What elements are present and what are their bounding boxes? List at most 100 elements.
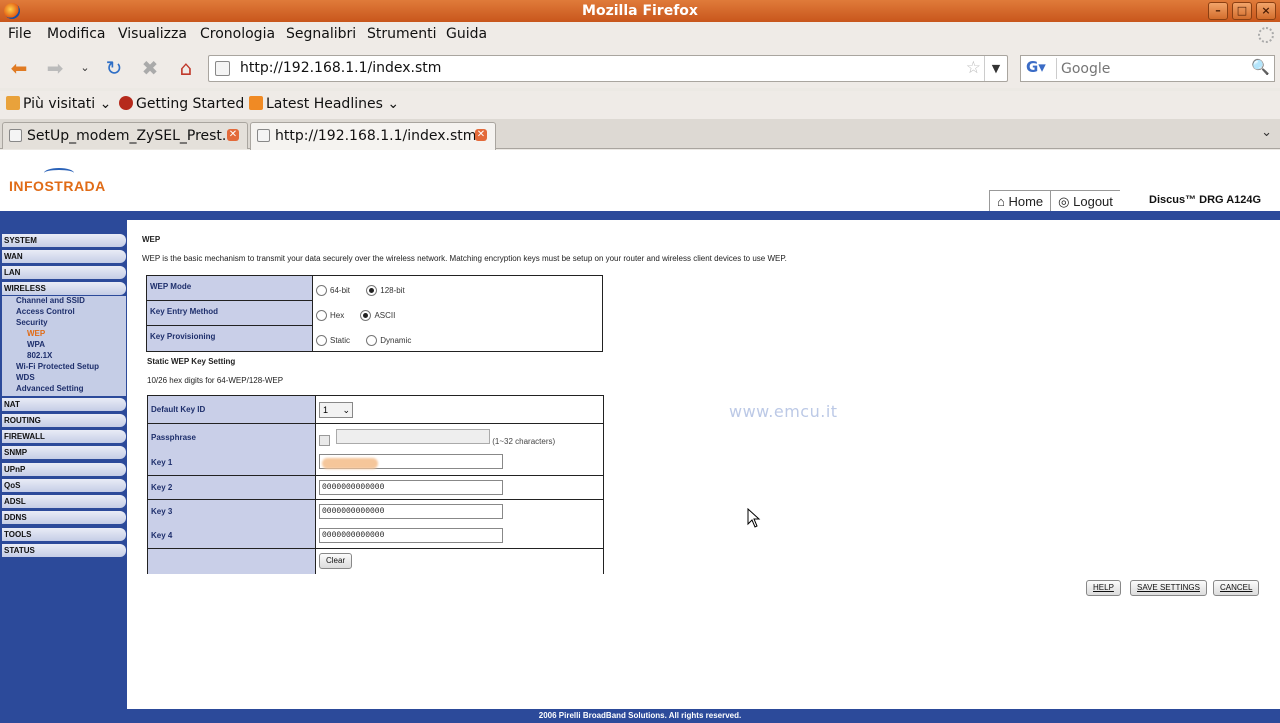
key4-input[interactable]: 0000000000000 (319, 528, 503, 544)
sidebar-item-snmp[interactable]: SNMP (2, 446, 126, 459)
logo-swoosh-icon (44, 168, 74, 178)
sidebar-item-routing[interactable]: ROUTING (2, 414, 126, 427)
wep-mode-128-radio[interactable]: 128-bit (366, 284, 405, 296)
sidebar-item-status[interactable]: STATUS (2, 544, 126, 557)
key4-cell: 0000000000000 (315, 523, 604, 549)
sidebar-sub-wep[interactable]: WEP (27, 329, 45, 338)
wep-mode-label: WEP Mode (146, 275, 313, 301)
sidebar-item-wan[interactable]: WAN (2, 250, 126, 263)
menu-strumenti[interactable]: Strumenti (367, 26, 437, 42)
close-button[interactable]: × (1256, 2, 1276, 20)
help-button[interactable]: HELP (1086, 580, 1121, 596)
back-arrow-icon[interactable]: ⬅ (6, 56, 32, 80)
top-nav: ⌂ Home ◎ Logout (989, 190, 1120, 212)
url-text: http://192.168.1.1/index.stm (240, 60, 442, 76)
tab-router[interactable]: http://192.168.1.1/index.stm ✕ (250, 122, 496, 150)
sidebar-item-adsl[interactable]: ADSL (2, 495, 126, 508)
watermark: www.emcu.it (729, 402, 838, 421)
sidebar-sub-wps[interactable]: Wi-Fi Protected Setup (16, 362, 99, 371)
search-icon[interactable]: 🔍 (1251, 58, 1270, 76)
wep-mode-64-radio[interactable]: 64-bit (316, 284, 350, 296)
window-controls: – □ × (1208, 2, 1276, 20)
bookmark-most-visited[interactable]: Più visitati ⌄ (6, 96, 111, 112)
menu-visualizza[interactable]: Visualizza (118, 26, 187, 42)
page-icon (215, 61, 230, 76)
home-link[interactable]: ⌂ Home (989, 191, 1050, 212)
page-icon (9, 129, 22, 142)
sidebar-sub-channel-ssid[interactable]: Channel and SSID (16, 296, 85, 305)
save-settings-button[interactable]: SAVE SETTINGS (1130, 580, 1207, 596)
menu-cronologia[interactable]: Cronologia (200, 26, 275, 42)
google-engine-icon[interactable]: G▾ (1023, 58, 1057, 79)
key-entry-ascii-radio[interactable]: ASCII (360, 309, 395, 321)
sidebar-item-firewall[interactable]: FIREWALL (2, 430, 126, 443)
sidebar-sub-wpa[interactable]: WPA (27, 340, 45, 349)
window-title: Mozilla Firefox (582, 3, 698, 19)
router-page: INFOSTRADA ⌂ Home ◎ Logout Discus™ DRG A… (0, 150, 1280, 723)
forward-arrow-icon[interactable]: ➡ (42, 56, 68, 80)
key2-label: Key 2 (147, 475, 316, 500)
sidebar-item-lan[interactable]: LAN (2, 266, 126, 279)
wep-keys-table: Default Key ID 1 ⌄ Passphrase (1~32 chara… (147, 395, 604, 574)
sidebar-item-wireless[interactable]: WIRELESS (2, 282, 126, 295)
tab-close-icon[interactable]: ✕ (227, 129, 239, 141)
history-dropdown-icon[interactable]: ⌄ (72, 56, 98, 80)
clear-button[interactable]: Clear (319, 553, 353, 570)
key3-input[interactable]: 0000000000000 (319, 504, 503, 520)
list-all-tabs-icon[interactable]: ⌄ (1261, 125, 1272, 140)
bookmark-getting-started[interactable]: Getting Started (119, 96, 244, 112)
sidebar-item-nat[interactable]: NAT (2, 398, 126, 411)
clear-row-label (147, 548, 316, 574)
static-wep-heading: Static WEP Key Setting (147, 357, 236, 366)
passphrase-hint: (1~32 characters) (492, 436, 556, 446)
sidebar-sub-security[interactable]: Security (16, 318, 48, 327)
bookmarks-toolbar: Più visitati ⌄ Getting Started Latest He… (0, 91, 1280, 119)
passphrase-label: Passphrase (147, 423, 316, 451)
key2-input[interactable]: 0000000000000 (319, 480, 503, 495)
key-prov-dynamic-radio[interactable]: Dynamic (366, 334, 411, 346)
key3-label: Key 3 (147, 499, 316, 524)
default-key-cell: 1 ⌄ (315, 395, 604, 424)
sidebar-item-upnp[interactable]: UPnP (2, 463, 126, 476)
url-dropdown-icon[interactable]: ▼ (984, 56, 1007, 81)
bookmark-star-icon[interactable]: ☆ (966, 58, 981, 78)
key4-label: Key 4 (147, 523, 316, 549)
window-titlebar: Mozilla Firefox – □ × (0, 0, 1280, 22)
menu-segnalibri[interactable]: Segnalibri (286, 26, 356, 42)
minimize-button[interactable]: – (1208, 2, 1228, 20)
model-name: Discus™ DRG A124G (1149, 194, 1262, 206)
key-provisioning-label: Key Provisioning (146, 325, 313, 352)
sidebar-sub-8021x[interactable]: 802.1X (27, 351, 52, 360)
key-entry-label: Key Entry Method (146, 300, 313, 326)
reload-icon[interactable]: ↻ (101, 56, 127, 80)
sidebar-item-tools[interactable]: TOOLS (2, 528, 126, 541)
sidebar-item-qos[interactable]: QoS (2, 479, 126, 492)
tab-setup-modem[interactable]: SetUp_modem_ZySEL_Prest... ✕ (2, 122, 248, 149)
sidebar-item-system[interactable]: SYSTEM (2, 234, 126, 247)
sidebar-item-ddns[interactable]: DDNS (2, 511, 126, 524)
logout-link[interactable]: ◎ Logout (1050, 191, 1120, 212)
passphrase-cell: (1~32 characters) (315, 423, 604, 451)
sidebar-sub-wds[interactable]: WDS (16, 373, 35, 382)
maximize-button[interactable]: □ (1232, 2, 1252, 20)
key-entry-hex-radio[interactable]: Hex (316, 309, 344, 321)
key-provisioning-cell: Static Dynamic (312, 325, 603, 352)
default-key-select[interactable]: 1 ⌄ (319, 401, 353, 418)
bookmark-latest-headlines[interactable]: Latest Headlines ⌄ (249, 96, 399, 112)
tab-close-icon[interactable]: ✕ (475, 129, 487, 141)
search-input[interactable] (1061, 59, 1251, 78)
sidebar-sub-advanced[interactable]: Advanced Setting (16, 384, 84, 393)
passphrase-input[interactable] (336, 428, 490, 444)
cancel-button[interactable]: CANCEL (1213, 580, 1260, 596)
stop-icon[interactable]: ✖ (137, 56, 163, 80)
passphrase-checkbox[interactable] (319, 434, 330, 446)
address-bar[interactable]: http://192.168.1.1/index.stm ☆ ▼ (208, 55, 1008, 82)
menu-guida[interactable]: Guida (446, 26, 487, 42)
firefox-icon (4, 3, 20, 19)
wep-mode-cell: 64-bit 128-bit (312, 275, 603, 301)
key-prov-static-radio[interactable]: Static (316, 334, 350, 346)
home-icon[interactable]: ⌂ (173, 56, 199, 80)
menu-modifica[interactable]: Modifica (47, 26, 106, 42)
menu-file[interactable]: File (8, 26, 31, 42)
sidebar-sub-access-control[interactable]: Access Control (16, 307, 75, 316)
